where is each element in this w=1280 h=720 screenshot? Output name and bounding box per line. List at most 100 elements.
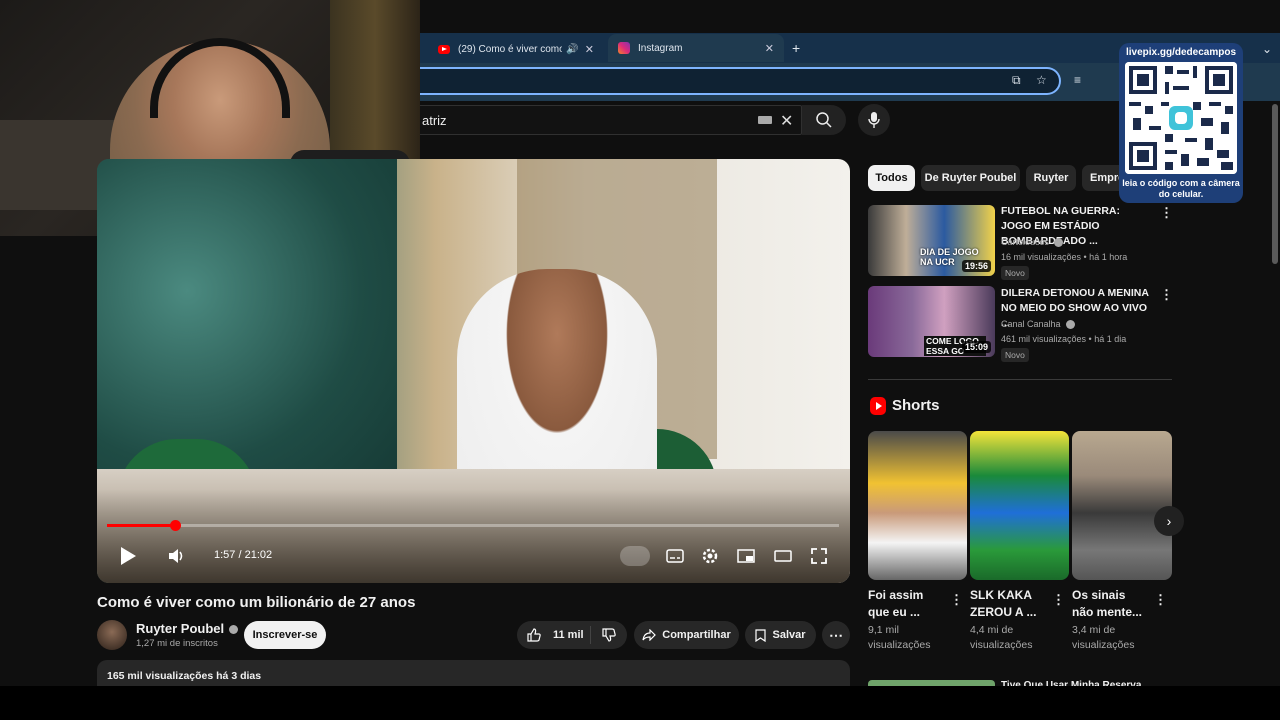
tab-youtube[interactable]: (29) Como é viver como um bilionário 🔊 ✕ (428, 36, 604, 62)
subscribe-button[interactable]: Inscrever-se (244, 621, 326, 649)
voice-search-button[interactable] (858, 104, 890, 136)
install-app-icon[interactable]: ⧉ (1012, 73, 1021, 88)
short-title[interactable]: Os sinais não mente... (1072, 587, 1150, 621)
search-value: atriz (422, 112, 447, 128)
video-player[interactable] (97, 159, 850, 583)
fullscreen-button[interactable] (808, 544, 830, 568)
fullscreen-icon (811, 548, 827, 564)
rec-channel-text: Canal Canalha (1001, 319, 1061, 329)
more-vert-icon[interactable]: ⋮ (950, 593, 963, 606)
time-display: 1:57 / 21:02 (214, 549, 273, 561)
instagram-favicon-icon (618, 42, 630, 54)
bookmark-icon (755, 628, 767, 642)
share-icon (642, 629, 657, 641)
section-divider (868, 379, 1172, 380)
subscriber-count: 1,27 mi de inscritos (136, 638, 218, 649)
subtitles-button[interactable] (664, 544, 686, 568)
dislike-button[interactable] (591, 628, 627, 642)
channel-name-text: Ruyter Poubel (136, 621, 225, 636)
letterbox (0, 686, 1280, 720)
shorts-next-button[interactable]: › (1154, 506, 1184, 536)
search-input[interactable]: atriz (420, 105, 802, 135)
short-views: 3,4 mi de visualizações (1072, 624, 1135, 651)
close-tab-icon[interactable]: ✕ (585, 43, 594, 56)
more-horizontal-icon: ⋯ (829, 626, 843, 643)
miniplayer-button[interactable] (735, 544, 757, 568)
save-label: Salvar (772, 629, 806, 641)
short-thumbnail[interactable] (868, 431, 967, 580)
play-icon (121, 547, 136, 565)
verified-icon (1065, 320, 1075, 330)
more-vert-icon[interactable]: ⋮ (1160, 288, 1173, 301)
close-tab-icon[interactable]: ✕ (765, 42, 774, 55)
speaker-icon[interactable]: 🔊 (566, 44, 578, 55)
rec-channel-text: Cartoloucos (1001, 237, 1050, 247)
chevron-right-icon: › (1166, 513, 1172, 529)
address-bar[interactable] (420, 67, 1061, 95)
short-views: 4,4 mi de visualizações (970, 624, 1033, 651)
tab-search-chevron-icon[interactable]: ⌄ (1262, 42, 1272, 56)
short-thumbnail[interactable] (1072, 431, 1172, 580)
like-button[interactable]: 11 mil (517, 626, 591, 644)
rec-channel[interactable]: Canal Canalha (1001, 319, 1075, 330)
save-button[interactable]: Salvar (745, 621, 816, 649)
tab-title: (29) Como é viver como um bilionário (458, 43, 563, 55)
scrubber-handle[interactable] (170, 520, 182, 531)
keyboard-icon[interactable] (758, 116, 772, 124)
channel-avatar[interactable] (97, 620, 127, 650)
video-frame-marble (97, 159, 397, 489)
autoplay-toggle[interactable] (620, 546, 650, 566)
rec-channel[interactable]: Cartoloucos (1001, 237, 1064, 248)
page-scrollbar[interactable] (1272, 104, 1278, 264)
rec-thumbnail[interactable]: COME LOGO ESSA GO 15:09 (868, 286, 995, 357)
more-vert-icon[interactable]: ⋮ (1160, 206, 1173, 219)
short-title[interactable]: SLK KAKA ZEROU A ... (970, 587, 1048, 621)
like-dislike-group: 11 mil (517, 621, 627, 649)
more-vert-icon[interactable]: ⋮ (1154, 593, 1167, 606)
media-controls-icon[interactable]: ≡ (1074, 73, 1081, 87)
subtitles-icon (666, 549, 684, 563)
search-button[interactable] (802, 105, 846, 135)
clear-search-icon[interactable]: ✕ (780, 111, 793, 131)
description-stats: 165 mil visualizações há 3 dias (107, 670, 262, 682)
duration-badge: 19:56 (961, 260, 991, 272)
controls-gradient (97, 489, 850, 583)
rec-meta: 16 mil visualizações • há 1 hora (1001, 252, 1128, 262)
miniplayer-icon (737, 549, 755, 563)
new-badge: Novo (1001, 266, 1029, 280)
mic-icon (868, 112, 880, 128)
duration-badge: 15:09 (961, 341, 991, 353)
thumbs-up-icon (527, 628, 541, 642)
tab-title: Instagram (638, 42, 683, 54)
thumbs-down-icon (602, 628, 616, 642)
qr-caption: leia o código com a câmera do celular. (1122, 178, 1240, 199)
progress-bar[interactable] (107, 520, 839, 531)
youtube-favicon-icon (438, 44, 450, 54)
screen: (29) Como é viver como um bilionário 🔊 ✕… (0, 0, 1280, 720)
chip-todos[interactable]: Todos (868, 165, 915, 191)
channel-name[interactable]: Ruyter Poubel (136, 621, 239, 636)
verified-icon (229, 625, 239, 635)
chip-channel[interactable]: De Ruyter Poubel (921, 165, 1020, 191)
theater-icon (774, 550, 792, 562)
tab-instagram[interactable]: Instagram ✕ (608, 34, 784, 62)
search-icon (816, 112, 832, 128)
settings-button[interactable] (699, 544, 721, 568)
video-title: Como é viver como um bilionário de 27 an… (97, 594, 416, 611)
new-badge: Novo (1001, 348, 1029, 362)
play-button[interactable] (116, 544, 140, 568)
rec-thumbnail[interactable]: DIA DE JOGO NA UCR 19:56 (868, 205, 995, 276)
more-vert-icon[interactable]: ⋮ (1052, 593, 1065, 606)
shorts-heading: Shorts (892, 397, 940, 414)
volume-button[interactable] (166, 544, 188, 568)
short-title[interactable]: Foi assim que eu ... (868, 587, 946, 621)
qr-url: livepix.gg/dedecampos (1125, 47, 1237, 58)
share-button[interactable]: Compartilhar (634, 621, 739, 649)
more-actions-button[interactable]: ⋯ (822, 621, 850, 649)
new-tab-icon[interactable]: + (792, 40, 800, 56)
short-thumbnail[interactable] (970, 431, 1069, 580)
bookmark-star-icon[interactable]: ☆ (1036, 73, 1047, 87)
chip-ruyter[interactable]: Ruyter (1026, 165, 1076, 191)
theater-mode-button[interactable] (772, 544, 794, 568)
gear-icon (702, 548, 718, 564)
